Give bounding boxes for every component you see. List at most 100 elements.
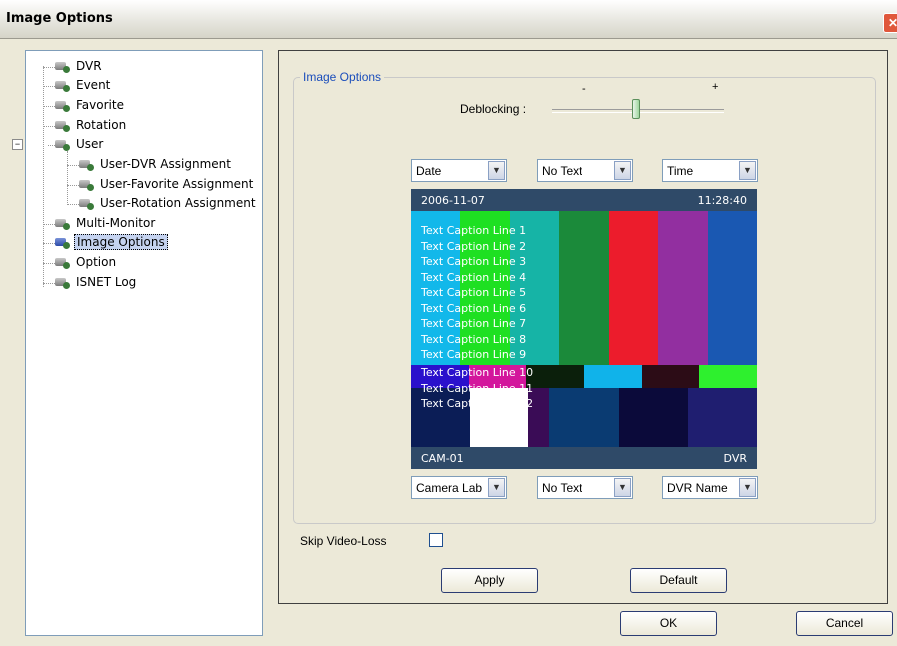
tree-item-favorite[interactable]: Favorite	[54, 96, 126, 114]
select-value: Camera Lab	[416, 481, 483, 495]
tree-item-label: DVR	[76, 59, 102, 73]
user-dvr-assignment-icon	[78, 157, 94, 171]
select-value: DVR Name	[667, 481, 728, 495]
chevron-down-icon[interactable]: ▼	[739, 161, 756, 180]
tree-item-user-dvr-assignment[interactable]: User-DVR Assignment	[78, 155, 233, 173]
top-right-select[interactable]: Time ▼	[662, 159, 758, 182]
tree-item-label: Favorite	[76, 98, 124, 112]
color-bar	[641, 365, 701, 388]
slider-max-label: +	[712, 81, 719, 93]
caption-line: Text Caption Line 2	[421, 239, 527, 253]
color-bar	[658, 211, 710, 365]
option-icon	[54, 255, 70, 269]
slider-min-label: -	[582, 83, 586, 95]
tree-item-event[interactable]: Event	[54, 76, 112, 94]
window-title: Image Options	[6, 11, 113, 26]
preview-top-bar: 2006-11-07 11:28:40	[411, 189, 757, 211]
caption-line: Text Caption Line 8	[421, 332, 527, 346]
tree-item-label: User-Favorite Assignment	[100, 177, 254, 191]
chevron-down-icon[interactable]: ▼	[614, 478, 631, 497]
tree-connector	[67, 151, 68, 205]
close-icon[interactable]: ✕	[883, 13, 897, 33]
caption-line: Text Caption Line 10	[421, 366, 534, 379]
user-icon	[54, 137, 70, 151]
tree-item-multi-monitor[interactable]: Multi-Monitor	[54, 214, 157, 232]
preview-camera-label: CAM-01	[421, 452, 464, 465]
caption-line: Text Caption Line 5	[421, 286, 527, 299]
user-favorite-assignment-icon	[78, 177, 94, 191]
tree-item-label: ISNET Log	[76, 275, 137, 289]
tree-item-label: Event	[76, 78, 111, 92]
caption-line: Text Caption Line 4	[421, 270, 527, 284]
tree-item-dvr[interactable]: DVR	[54, 57, 104, 75]
bottom-right-select[interactable]: DVR Name ▼	[662, 476, 758, 499]
tree-item-label: Rotation	[76, 118, 127, 132]
select-value: Time	[667, 164, 694, 178]
preview-date: 2006-11-07	[421, 194, 485, 207]
tree-connector	[43, 66, 44, 287]
event-icon	[54, 78, 70, 92]
image-options-icon	[54, 235, 70, 249]
favorite-icon	[54, 98, 70, 112]
skip-video-loss-checkbox[interactable]	[429, 533, 443, 547]
caption-line: Text Caption Line 9	[421, 348, 527, 361]
tree-item-label: User-DVR Assignment	[100, 157, 231, 171]
dvr-icon	[54, 59, 70, 73]
tree-item-label: User	[76, 137, 104, 151]
tree-item-isnet-log[interactable]: ISNET Log	[54, 273, 138, 291]
caption-line: Text Caption Line 7	[421, 317, 527, 330]
color-bar	[549, 388, 621, 447]
isnet-log-icon	[54, 275, 70, 289]
select-value: No Text	[542, 481, 583, 495]
rotation-icon	[54, 118, 70, 132]
multi-monitor-icon	[54, 216, 70, 230]
color-bar	[526, 365, 586, 388]
chevron-down-icon[interactable]: ▼	[488, 161, 505, 180]
bottom-center-select[interactable]: No Text ▼	[537, 476, 633, 499]
color-bar	[608, 211, 660, 365]
apply-button[interactable]: Apply	[441, 568, 538, 593]
deblocking-label: Deblocking :	[460, 102, 527, 116]
tree-item-option[interactable]: Option	[54, 253, 118, 271]
select-value: Date	[416, 164, 442, 178]
preview-bottom-bar: CAM-01 DVR	[411, 447, 757, 469]
tree-item-label: Multi-Monitor	[76, 216, 156, 230]
skip-video-loss-label: Skip Video-Loss	[300, 534, 387, 548]
select-value: No Text	[542, 164, 583, 178]
bottom-left-select[interactable]: Camera Lab ▼	[411, 476, 507, 499]
color-bar	[559, 211, 611, 365]
caption-line: Text Caption Line 6	[421, 301, 527, 315]
video-preview: 2006-11-07 11:28:40 Text Caption Line 1 …	[411, 189, 757, 469]
deblocking-slider-thumb[interactable]	[632, 99, 641, 119]
user-rotation-assignment-icon	[78, 196, 94, 210]
tree-item-label: User-Rotation Assignment	[100, 196, 256, 210]
tree-item-label: Image Options	[74, 234, 168, 250]
default-button[interactable]: Default	[630, 568, 727, 593]
tree-item-rotation[interactable]: Rotation	[54, 116, 128, 134]
color-bar	[584, 365, 643, 388]
group-title: Image Options	[300, 70, 385, 84]
chevron-down-icon[interactable]: ▼	[614, 161, 631, 180]
preview-time: 11:28:40	[697, 194, 747, 207]
ok-button[interactable]: OK	[620, 611, 717, 636]
color-bar	[618, 388, 690, 447]
tree-item-user[interactable]: User	[54, 135, 105, 153]
collapse-user-icon[interactable]: −	[12, 139, 23, 150]
color-bar	[707, 211, 757, 365]
tree-item-label: Option	[76, 255, 117, 269]
chevron-down-icon[interactable]: ▼	[739, 478, 756, 497]
color-bar	[687, 388, 757, 447]
caption-line: Text Caption Line 3	[421, 255, 527, 268]
cancel-button[interactable]: Cancel	[796, 611, 893, 636]
chevron-down-icon[interactable]: ▼	[488, 478, 505, 497]
caption-line: Text Caption Line 1	[421, 224, 527, 237]
white-block-overlay	[470, 388, 528, 447]
tree-item-image-options[interactable]: Image Options	[54, 233, 168, 251]
tree-item-user-favorite-assignment[interactable]: User-Favorite Assignment	[78, 175, 255, 193]
top-center-select[interactable]: No Text ▼	[537, 159, 633, 182]
color-bar	[699, 365, 757, 388]
tree-item-user-rotation-assignment[interactable]: User-Rotation Assignment	[78, 194, 258, 212]
title-bar: Image Options ✕	[0, 0, 897, 39]
preview-dvr-label: DVR	[723, 452, 747, 465]
top-left-select[interactable]: Date ▼	[411, 159, 507, 182]
